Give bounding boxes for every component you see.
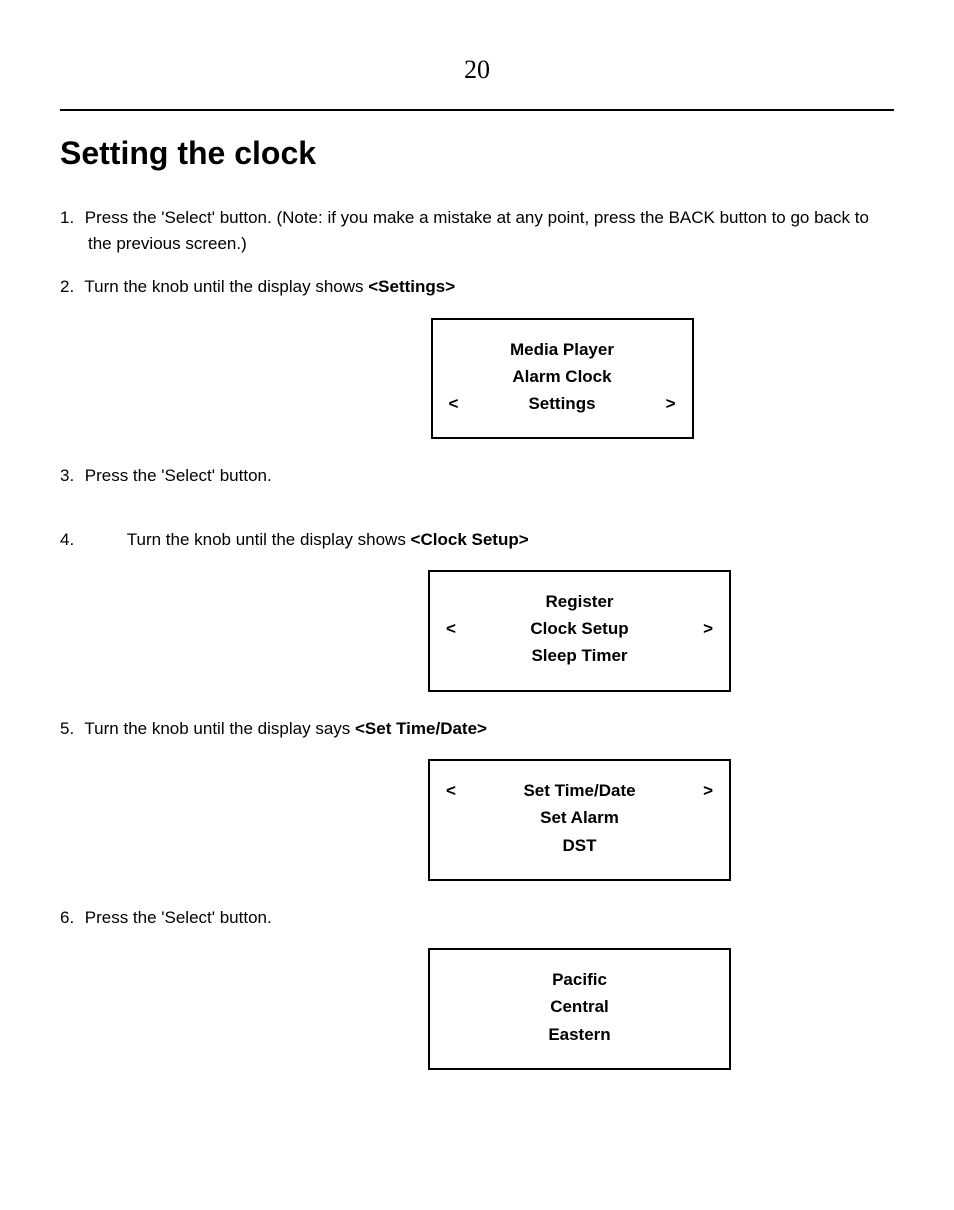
step-6: 6. Press the 'Select' button.: [60, 905, 894, 931]
display-screen-set-time-date: < Set Time/Date > Set Alarm DST: [428, 759, 731, 881]
page-number: 20: [60, 50, 894, 89]
left-arrow-icon: <: [446, 615, 456, 642]
left-arrow-icon: <: [449, 390, 459, 417]
step-text: Turn the knob until the display shows: [127, 530, 411, 549]
menu-item: Media Player: [510, 336, 614, 363]
step-text: Turn the knob until the display shows: [84, 277, 368, 296]
left-arrow-icon: <: [446, 777, 456, 804]
step-5: 5. Turn the knob until the display says …: [60, 716, 894, 742]
menu-item: Eastern: [548, 1021, 610, 1048]
menu-item-selected: Clock Setup: [530, 615, 628, 642]
display-screen-timezone: Pacific Central Eastern: [428, 948, 731, 1070]
steps-list-cont: 3. Press the 'Select' button. 4. Turn th…: [60, 463, 894, 552]
steps-list-cont3: 6. Press the 'Select' button.: [60, 905, 894, 931]
steps-list: 1. Press the 'Select' button. (Note: if …: [60, 205, 894, 300]
menu-item: DST: [563, 832, 597, 859]
steps-list-cont2: 5. Turn the knob until the display says …: [60, 716, 894, 742]
menu-item: Pacific: [552, 966, 607, 993]
horizontal-rule: [60, 109, 894, 111]
step-text: Press the 'Select' button.: [85, 908, 272, 927]
section-heading: Setting the clock: [60, 129, 894, 177]
step-text: Press the 'Select' button. (Note: if you…: [85, 208, 869, 253]
menu-item: Alarm Clock: [512, 363, 611, 390]
menu-item-selected: Set Time/Date: [523, 777, 635, 804]
right-arrow-icon: >: [703, 615, 713, 642]
step-4: 4. Turn the knob until the display shows…: [60, 527, 894, 553]
step-number: 5.: [60, 716, 80, 742]
step-bold: <Clock Setup>: [411, 530, 529, 549]
step-number: 1.: [60, 205, 80, 231]
step-1: 1. Press the 'Select' button. (Note: if …: [60, 205, 894, 256]
menu-item: Central: [550, 993, 609, 1020]
step-number: 2.: [60, 274, 80, 300]
right-arrow-icon: >: [703, 777, 713, 804]
display-screen-settings: Media Player Alarm Clock < Settings >: [431, 318, 694, 440]
step-number: 4.: [60, 527, 80, 553]
display-screen-clock-setup: Register < Clock Setup > Sleep Timer: [428, 570, 731, 692]
step-2: 2. Turn the knob until the display shows…: [60, 274, 894, 300]
step-3: 3. Press the 'Select' button.: [60, 463, 894, 489]
menu-item: Set Alarm: [540, 804, 619, 831]
step-text: Turn the knob until the display says: [84, 719, 355, 738]
step-text: Press the 'Select' button.: [85, 466, 272, 485]
step-bold: <Set Time/Date>: [355, 719, 487, 738]
step-number: 6.: [60, 905, 80, 931]
right-arrow-icon: >: [666, 390, 676, 417]
step-number: 3.: [60, 463, 80, 489]
menu-item: Register: [545, 588, 613, 615]
menu-item-selected: Settings: [528, 390, 595, 417]
step-bold: <Settings>: [368, 277, 455, 296]
menu-item: Sleep Timer: [531, 642, 627, 669]
